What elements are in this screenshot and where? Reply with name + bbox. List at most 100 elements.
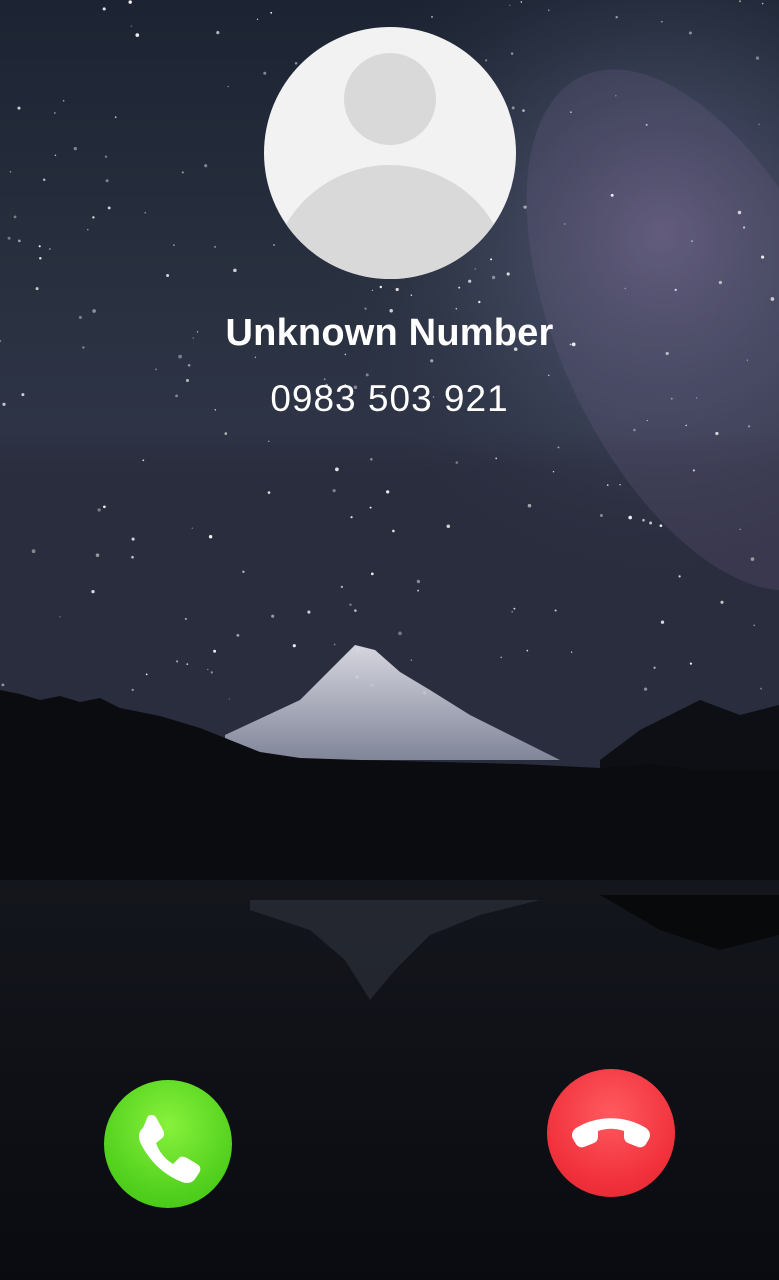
star — [142, 459, 145, 462]
star — [760, 687, 763, 690]
star — [128, 0, 132, 4]
star — [599, 514, 603, 517]
star — [267, 491, 271, 494]
star — [410, 294, 413, 296]
star — [468, 279, 472, 283]
star — [340, 585, 344, 589]
star — [370, 572, 374, 576]
star — [526, 649, 529, 652]
caller-name: Unknown Number — [225, 312, 554, 354]
star — [130, 25, 133, 27]
star — [104, 155, 108, 158]
incoming-call-screen: Unknown Number 0983 503 921 — [0, 0, 779, 1280]
star — [527, 503, 532, 508]
star — [718, 280, 723, 285]
star — [410, 659, 413, 661]
star — [365, 373, 369, 377]
star — [720, 600, 724, 604]
star — [649, 521, 653, 525]
decline-call-button[interactable] — [547, 1069, 675, 1197]
star — [644, 687, 648, 691]
star — [653, 666, 656, 669]
star — [715, 431, 719, 436]
caller-avatar — [264, 27, 516, 279]
star — [178, 354, 182, 359]
star — [1, 683, 5, 687]
star — [770, 297, 775, 301]
star — [761, 255, 765, 259]
star — [271, 614, 275, 618]
star — [624, 287, 626, 290]
star — [660, 620, 665, 624]
star — [495, 457, 498, 460]
star — [755, 56, 760, 60]
star — [610, 193, 614, 197]
star — [242, 570, 245, 573]
phone-hangup-icon — [572, 1118, 650, 1148]
star — [97, 508, 101, 512]
star — [224, 432, 228, 435]
star — [458, 286, 461, 289]
star — [606, 484, 609, 486]
star — [738, 0, 742, 3]
star — [9, 170, 12, 173]
star — [227, 85, 229, 88]
star — [228, 698, 231, 700]
star — [91, 589, 95, 594]
star — [236, 634, 240, 637]
star — [737, 210, 742, 215]
star — [379, 285, 383, 289]
star — [678, 575, 681, 578]
star — [478, 300, 481, 304]
star — [742, 226, 746, 229]
star — [392, 529, 395, 533]
person-silhouette-icon — [282, 53, 498, 279]
star — [204, 164, 208, 168]
star — [332, 489, 336, 493]
star — [659, 524, 663, 528]
star — [557, 446, 560, 449]
star — [761, 2, 764, 5]
star — [674, 288, 677, 291]
star — [386, 490, 390, 494]
star — [181, 171, 184, 174]
star — [430, 359, 434, 363]
star — [233, 268, 237, 273]
star — [207, 668, 209, 671]
star — [131, 688, 134, 692]
star — [166, 274, 170, 277]
star — [685, 424, 687, 427]
star — [187, 363, 191, 367]
star — [256, 18, 259, 20]
star — [570, 111, 572, 113]
star — [446, 524, 451, 529]
star — [92, 216, 95, 219]
star — [17, 239, 21, 243]
star — [349, 603, 352, 606]
star — [214, 245, 217, 248]
star — [417, 589, 420, 592]
star — [191, 527, 194, 529]
star — [54, 112, 56, 114]
star — [455, 308, 458, 310]
star — [691, 240, 693, 243]
star — [176, 660, 179, 663]
star — [748, 425, 751, 428]
star — [554, 609, 557, 612]
star — [564, 223, 566, 225]
star — [49, 248, 51, 250]
star — [500, 656, 502, 659]
star — [522, 109, 525, 112]
star — [750, 557, 755, 561]
star — [753, 624, 756, 627]
star — [335, 467, 339, 472]
star — [661, 21, 663, 23]
star — [689, 662, 693, 665]
star — [758, 123, 760, 126]
star — [646, 419, 648, 422]
star — [513, 607, 516, 610]
star — [131, 555, 134, 559]
accept-call-button[interactable] — [104, 1080, 232, 1208]
caller-number: 0983 503 921 — [270, 378, 509, 419]
phone-icon — [139, 1115, 201, 1183]
